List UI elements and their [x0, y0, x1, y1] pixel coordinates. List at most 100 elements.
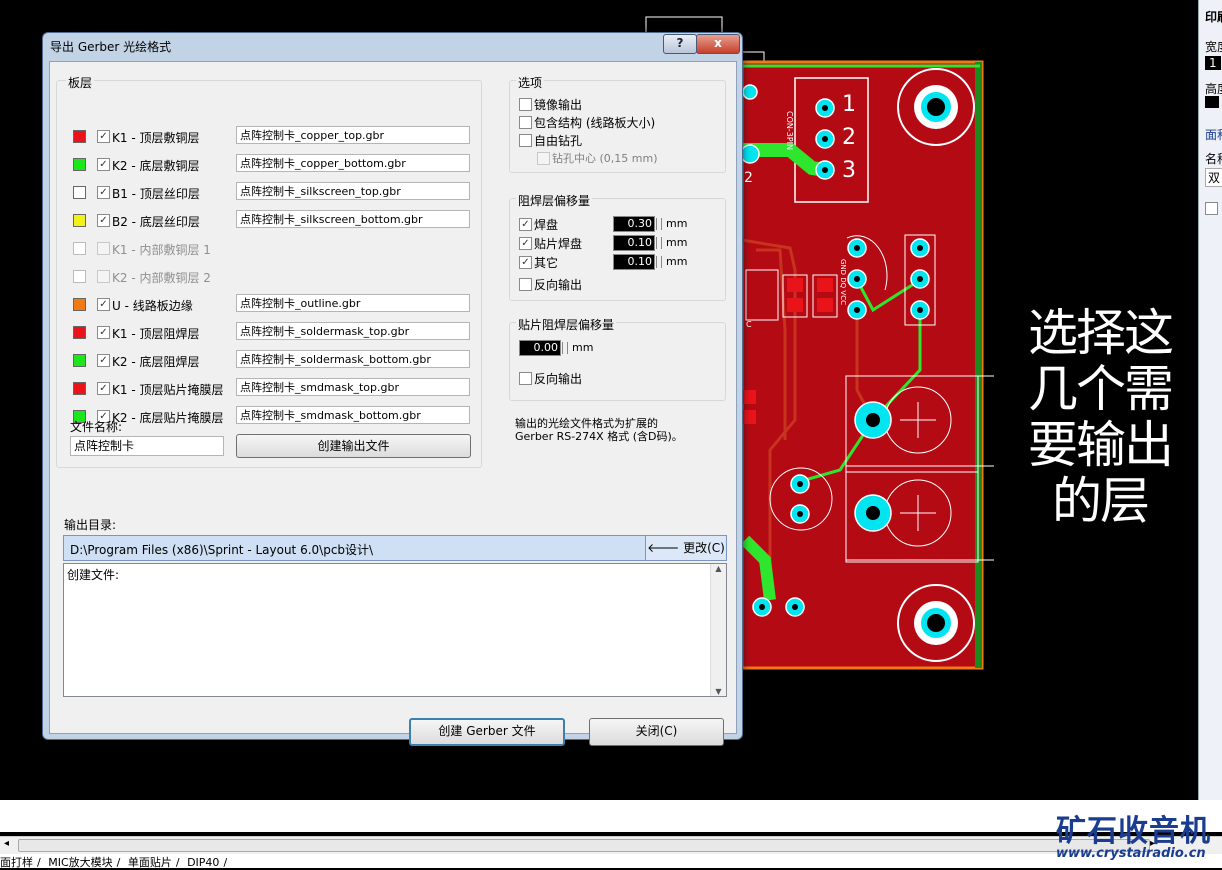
tab-2[interactable]: 单面贴片 — [128, 856, 172, 869]
soldermask-spinner[interactable] — [656, 256, 662, 268]
layer-filename-input[interactable]: 点阵控制卡_soldermask_bottom.gbr — [236, 350, 470, 368]
create-gerber-button[interactable]: 创建 Gerber 文件 — [409, 718, 565, 746]
layer-filename-input[interactable]: 点阵控制卡_silkscreen_top.gbr — [236, 182, 470, 200]
option-label: 反向输出 — [534, 278, 583, 292]
layer-checkbox[interactable]: ✓ — [97, 214, 110, 227]
connector-pin-2-label: 2 — [842, 125, 856, 150]
soldermask-value-input[interactable]: 0.30 — [613, 216, 655, 232]
layer-color-swatch — [73, 158, 86, 171]
panel-label: 印刷 — [1205, 10, 1222, 24]
height-input[interactable] — [1205, 96, 1219, 108]
smd-reverse-checkbox[interactable] — [519, 372, 532, 385]
properties-panel: 印刷 宽度 1 高度 面积 名称 双 — [1198, 0, 1222, 800]
layer-name: B1 - 顶层丝印层 — [112, 187, 200, 201]
smd-offset-input[interactable]: 0.00 — [519, 340, 561, 356]
layer-name: K2 - 内部敷铜层 2 — [112, 271, 211, 285]
panel-checkbox[interactable] — [1205, 202, 1218, 215]
soldermask-label: 其它 — [534, 256, 559, 270]
connector-name-label: CON-3PIN — [785, 110, 795, 151]
layer-row: ✓ K2 - 底层阻焊层 点阵控制卡_soldermask_bottom.gbr — [70, 350, 472, 370]
outdir-field[interactable]: D:\Program Files (x86)\Sprint - Layout 6… — [63, 535, 727, 561]
layer-filename-input[interactable]: 点阵控制卡_copper_top.gbr — [236, 126, 470, 144]
soldermask-checkbox[interactable]: ✓ — [519, 218, 532, 231]
soldermask-spinner[interactable] — [656, 237, 662, 249]
horizontal-scrollbar[interactable]: ◂ ▸ — [0, 836, 1222, 854]
include-structure-checkbox[interactable] — [519, 116, 532, 129]
layers-group-label: 板层 — [66, 74, 95, 91]
help-button[interactable]: ? — [663, 34, 697, 54]
tab-3[interactable]: DIP40 — [187, 856, 219, 869]
soldermask-checkbox[interactable]: ✓ — [519, 256, 532, 269]
layer-row: ✓ K2 - 底层贴片掩膜层 点阵控制卡_smdmask_bottom.gbr — [70, 406, 472, 426]
outdir-path: D:\Program Files (x86)\Sprint - Layout 6… — [70, 543, 374, 557]
scroll-down-icon[interactable]: ▼ — [711, 687, 726, 696]
option-label: 包含结构 (线路板大小) — [534, 116, 656, 130]
mirror-output-checkbox[interactable] — [519, 98, 532, 111]
layer-checkbox[interactable]: ✓ — [97, 130, 110, 143]
smd-unit: mm — [572, 341, 594, 354]
close-button[interactable]: 关闭(C) — [589, 718, 724, 746]
name-input[interactable]: 双 — [1205, 168, 1222, 187]
side-pin-label: 2 — [744, 170, 753, 186]
scroll-up-icon[interactable]: ▲ — [711, 564, 726, 573]
layer-filename-input[interactable]: 点阵控制卡_smdmask_bottom.gbr — [236, 406, 470, 424]
soldermask-checkbox[interactable]: ✓ — [519, 237, 532, 250]
tab-1[interactable]: MIC放大模块 — [48, 856, 112, 869]
option-label: 镜像输出 — [534, 98, 583, 112]
export-gerber-dialog: 导出 Gerber 光绘格式 ? x 板层 ✓ K1 - 顶层敷铜层 点阵控制卡_c… — [42, 32, 743, 746]
dialog-body: 板层 ✓ K1 - 顶层敷铜层 点阵控制卡_copper_top.gbr ✓ K2 - … — [49, 61, 737, 746]
layer-filename-input[interactable]: 点阵控制卡_copper_bottom.gbr — [236, 154, 470, 172]
layer-filename-input[interactable]: 点阵控制卡_outline.gbr — [236, 294, 470, 312]
layer-name: K2 - 底层阻焊层 — [112, 355, 200, 369]
layer-color-swatch — [73, 214, 86, 227]
layer-checkbox[interactable]: ✓ — [97, 382, 110, 395]
layer-filename-input[interactable]: 点阵控制卡_silkscreen_bottom.gbr — [236, 210, 470, 228]
change-dir-button[interactable]: 🡐 更改(C) — [645, 536, 726, 560]
soldermask-unit: mm — [666, 217, 688, 230]
panel-label: 名称 — [1205, 152, 1222, 166]
layer-name: B2 - 底层丝印层 — [112, 215, 200, 229]
layer-checkbox[interactable]: ✓ — [97, 186, 110, 199]
arrow-left-icon: 🡐 — [647, 541, 684, 555]
layer-color-swatch — [73, 242, 86, 255]
annotation-line: 的层 — [1052, 472, 1150, 530]
watermark-url: www.crystalradio.cn — [1056, 846, 1206, 861]
log-text: 创建文件: — [67, 568, 120, 582]
layer-checkbox — [97, 242, 110, 255]
header-pin-label: GND DQ VCC — [838, 259, 847, 305]
close-window-button[interactable]: x — [696, 34, 740, 54]
layer-name: K1 - 顶层阻焊层 — [112, 327, 200, 341]
layer-checkbox[interactable]: ✓ — [97, 298, 110, 311]
layer-checkbox[interactable]: ✓ — [97, 326, 110, 339]
layer-filename-input[interactable]: 点阵控制卡_smdmask_top.gbr — [236, 378, 470, 396]
soldermask-value-input[interactable]: 0.10 — [613, 235, 655, 251]
soldermask-reverse-checkbox[interactable] — [519, 278, 532, 291]
scrollbar-thumb[interactable] — [18, 839, 1150, 852]
soldermask-label: 焊盘 — [534, 218, 559, 232]
layer-color-swatch — [73, 326, 86, 339]
format-note-line: 输出的光绘文件格式为扩展的 — [515, 417, 658, 430]
soldermask-value-input[interactable]: 0.10 — [613, 254, 655, 270]
connector-pin-3-label: 3 — [842, 158, 856, 183]
log-scrollbar[interactable]: ▲ ▼ — [710, 564, 726, 696]
smd-offset-spinner[interactable] — [562, 342, 568, 354]
layer-color-swatch — [73, 130, 86, 143]
tab-0[interactable]: 面打样 — [0, 856, 33, 869]
log-textarea[interactable]: 创建文件: ▲ ▼ — [63, 563, 727, 697]
drill-center-checkbox — [537, 152, 550, 165]
create-output-button[interactable]: 创建输出文件 — [236, 434, 471, 458]
layer-color-swatch — [73, 382, 86, 395]
soldermask-spinner[interactable] — [656, 218, 662, 230]
filename-input[interactable]: 点阵控制卡 — [70, 436, 224, 456]
layer-row: ✓ K1 - 顶层贴片掩膜层 点阵控制卡_smdmask_top.gbr — [70, 378, 472, 398]
layer-color-swatch — [73, 354, 86, 367]
scroll-left-icon[interactable]: ◂ — [4, 838, 9, 849]
layer-checkbox — [97, 270, 110, 283]
layer-checkbox[interactable]: ✓ — [97, 354, 110, 367]
layer-filename-input[interactable]: 点阵控制卡_soldermask_top.gbr — [236, 322, 470, 340]
filename-label: 文件名称: — [70, 420, 123, 434]
layer-checkbox[interactable]: ✓ — [97, 158, 110, 171]
width-input[interactable]: 1 — [1205, 56, 1221, 70]
free-drill-checkbox[interactable] — [519, 134, 532, 147]
layer-color-swatch — [73, 298, 86, 311]
